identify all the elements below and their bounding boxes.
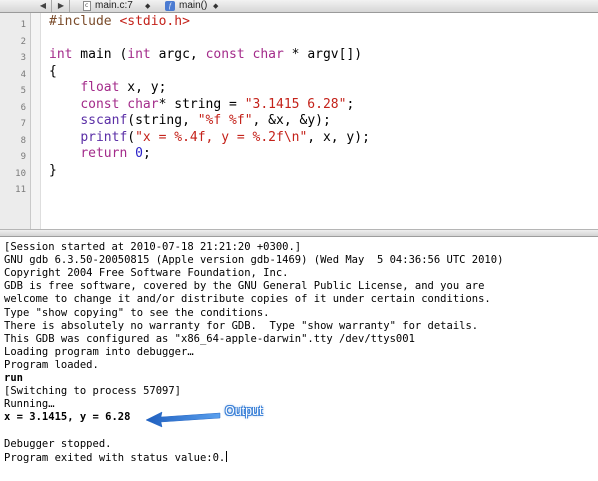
output-annotation-label: Output <box>225 404 263 418</box>
output-arrow-icon <box>145 411 221 428</box>
